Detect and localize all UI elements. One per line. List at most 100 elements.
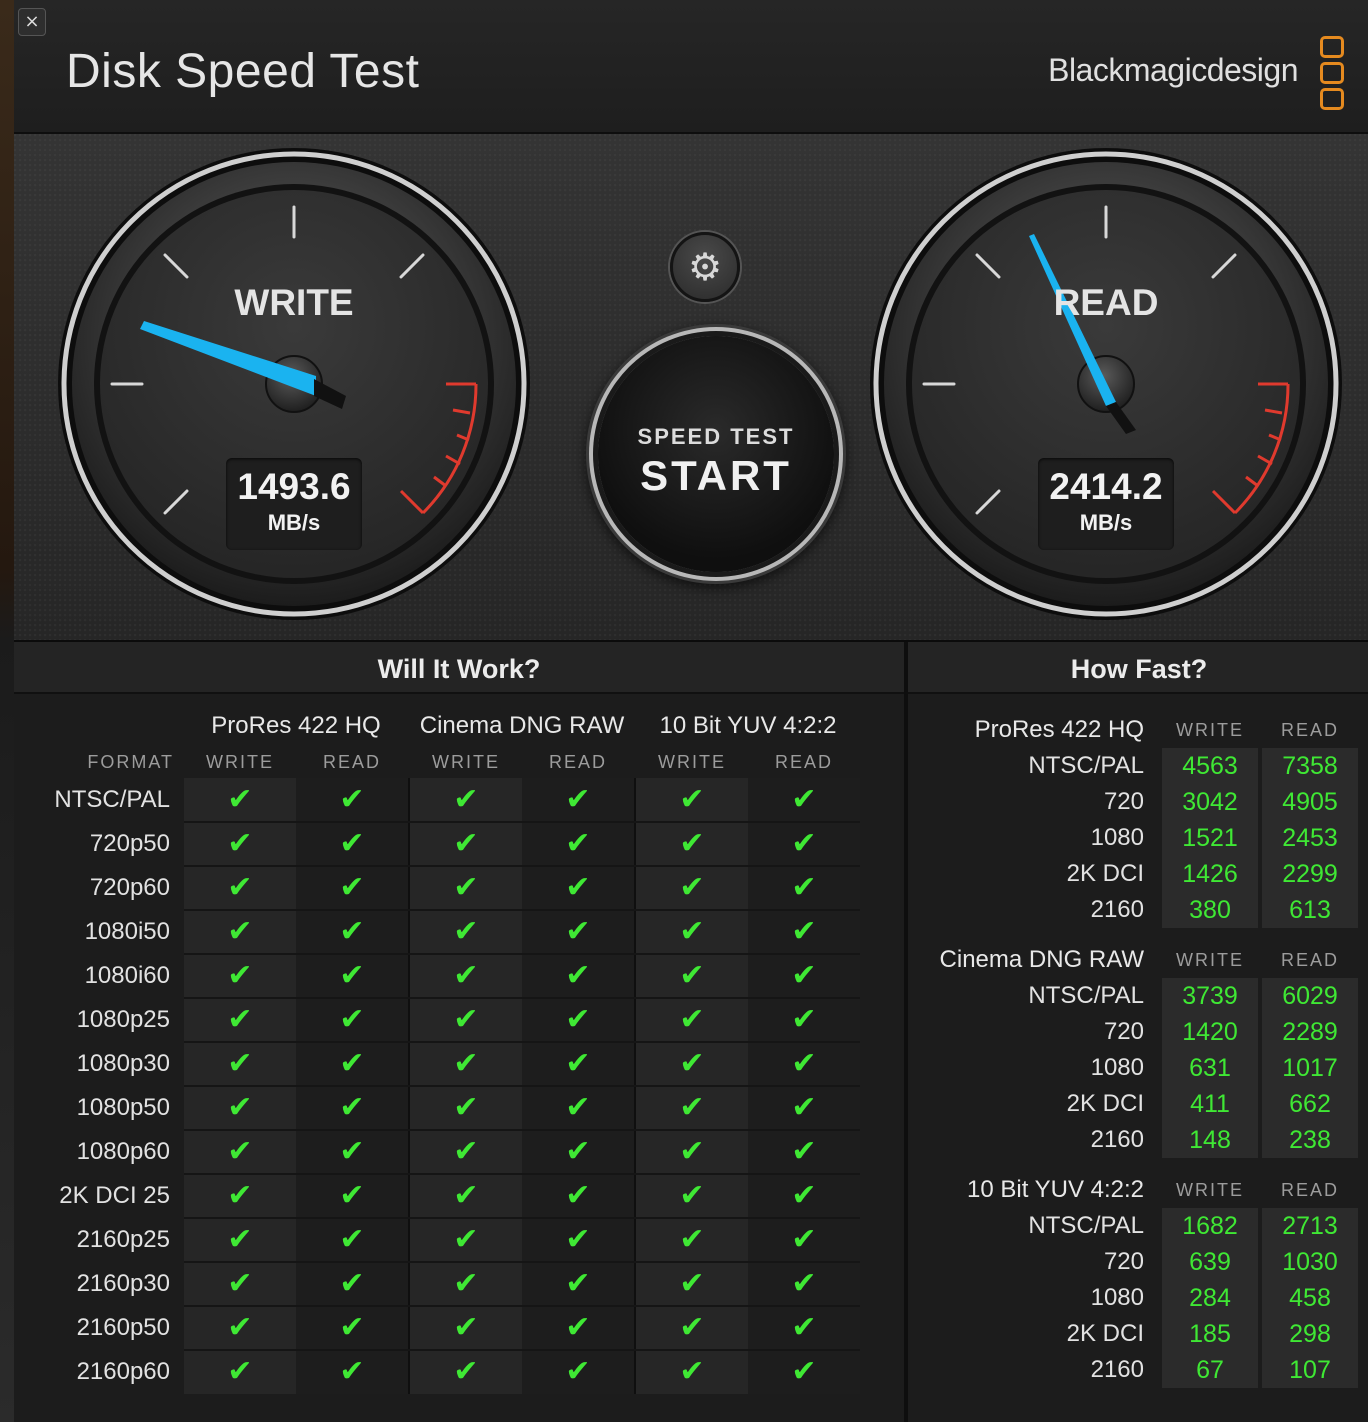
speed-group-header: Cinema DNG RAW [939, 946, 1144, 973]
speed-group-header: ProRes 422 HQ [974, 716, 1144, 743]
resolution-label: 1080 [1090, 1284, 1144, 1311]
write-column-header: WRITE [1176, 950, 1244, 970]
check-icon: ✔ [410, 1350, 522, 1394]
write-fps-value: 67 [1196, 1356, 1224, 1384]
resolution-label: 2160 [1090, 1126, 1144, 1153]
check-icon: ✔ [522, 866, 634, 910]
resolution-label: 720 [1103, 1248, 1144, 1275]
check-icon: ✔ [636, 1174, 748, 1218]
read-fps-value: 662 [1289, 1090, 1331, 1118]
row-separator [184, 997, 860, 999]
blackmagic-logo-icon [1320, 36, 1344, 110]
check-icon: ✔ [748, 1174, 860, 1218]
write-column-header: WRITE [1176, 1180, 1244, 1200]
write-fps-value: 1420 [1182, 1018, 1238, 1046]
format-row-label: 1080i60 [84, 962, 170, 989]
check-icon: ✔ [184, 998, 296, 1042]
check-icon: ✔ [748, 1306, 860, 1350]
read-column-header: READ [548, 752, 607, 772]
write-fps-value: 148 [1189, 1126, 1231, 1154]
write-column-header: WRITE [206, 752, 274, 772]
format-row-label: 1080i50 [84, 918, 170, 945]
settings-button[interactable]: ⚙ [670, 232, 740, 302]
check-icon: ✔ [636, 1350, 748, 1394]
read-fps-value: 1017 [1282, 1054, 1338, 1082]
check-icon: ✔ [410, 1086, 522, 1130]
check-icon: ✔ [636, 866, 748, 910]
row-separator [184, 1261, 860, 1263]
check-icon: ✔ [522, 1218, 634, 1262]
write-fps-value: 3042 [1182, 788, 1238, 816]
check-icon: ✔ [748, 822, 860, 866]
check-icon: ✔ [522, 998, 634, 1042]
check-icon: ✔ [296, 910, 408, 954]
row-separator [184, 1349, 860, 1351]
read-column-header: READ [1280, 720, 1339, 740]
speed-group-header: 10 Bit YUV 4:2:2 [967, 1176, 1144, 1203]
check-icon: ✔ [296, 822, 408, 866]
format-group-header: 10 Bit YUV 4:2:2 [659, 712, 837, 739]
read-column-header: READ [774, 752, 833, 772]
format-row-label: 1080p60 [76, 1138, 170, 1165]
check-icon: ✔ [410, 954, 522, 998]
check-icon: ✔ [410, 822, 522, 866]
read-column-header: READ [322, 752, 381, 772]
resolution-label: 2160 [1090, 896, 1144, 923]
check-icon: ✔ [636, 954, 748, 998]
write-fps-value: 1521 [1182, 824, 1238, 852]
close-window-button[interactable]: × [18, 8, 46, 36]
write-column-header: WRITE [432, 752, 500, 772]
format-row-label: 2160p30 [76, 1270, 170, 1297]
resolution-label: 2K DCI [1066, 1320, 1144, 1347]
check-icon: ✔ [636, 1086, 748, 1130]
resolution-label: NTSC/PAL [1028, 982, 1144, 1009]
check-icon: ✔ [184, 1130, 296, 1174]
row-separator [184, 1085, 860, 1087]
check-icon: ✔ [184, 954, 296, 998]
check-icon: ✔ [636, 1042, 748, 1086]
check-icon: ✔ [748, 1086, 860, 1130]
start-speed-test-button[interactable]: SPEED TEST START [598, 336, 834, 572]
read-fps-value: 238 [1289, 1126, 1331, 1154]
read-gauge-label: READ [1053, 282, 1159, 323]
check-icon: ✔ [184, 1174, 296, 1218]
check-icon: ✔ [522, 1086, 634, 1130]
check-icon: ✔ [410, 998, 522, 1042]
read-speed-value: 2414.2 [1049, 466, 1163, 507]
check-icon: ✔ [748, 866, 860, 910]
check-icon: ✔ [410, 1306, 522, 1350]
check-icon: ✔ [748, 778, 860, 822]
format-row-label: 720p60 [89, 874, 170, 901]
check-icon: ✔ [184, 1350, 296, 1394]
check-icon: ✔ [522, 1174, 634, 1218]
check-icon: ✔ [522, 1350, 634, 1394]
check-icon: ✔ [410, 778, 522, 822]
format-group-header: Cinema DNG RAW [419, 712, 625, 739]
check-icon: ✔ [636, 998, 748, 1042]
check-icon: ✔ [296, 1306, 408, 1350]
write-fps-value: 639 [1189, 1248, 1231, 1276]
check-icon: ✔ [296, 1174, 408, 1218]
format-row-label: 1080p50 [76, 1094, 170, 1121]
read-fps-value: 613 [1289, 896, 1331, 924]
check-icon: ✔ [184, 1306, 296, 1350]
read-speed-readout: 2414.2 MB/s [1038, 458, 1174, 550]
check-icon: ✔ [296, 954, 408, 998]
check-icon: ✔ [636, 1306, 748, 1350]
read-fps-value: 2299 [1282, 860, 1338, 888]
write-speed-readout: 1493.6 MB/s [226, 458, 362, 550]
check-icon: ✔ [296, 866, 408, 910]
format-row-label: 2160p50 [76, 1314, 170, 1341]
background-window [0, 0, 14, 1422]
read-column-header: READ [1280, 950, 1339, 970]
format-row-label: 720p50 [89, 830, 170, 857]
row-separator [184, 909, 860, 911]
brand-name: Blackmagicdesign [1048, 52, 1298, 88]
check-icon: ✔ [410, 1218, 522, 1262]
format-row-label: 2160p60 [76, 1358, 170, 1385]
check-icon: ✔ [296, 998, 408, 1042]
check-icon: ✔ [410, 1042, 522, 1086]
write-fps-value: 284 [1189, 1284, 1231, 1312]
read-fps-value: 7358 [1282, 752, 1338, 780]
resolution-label: 2160 [1090, 1356, 1144, 1383]
